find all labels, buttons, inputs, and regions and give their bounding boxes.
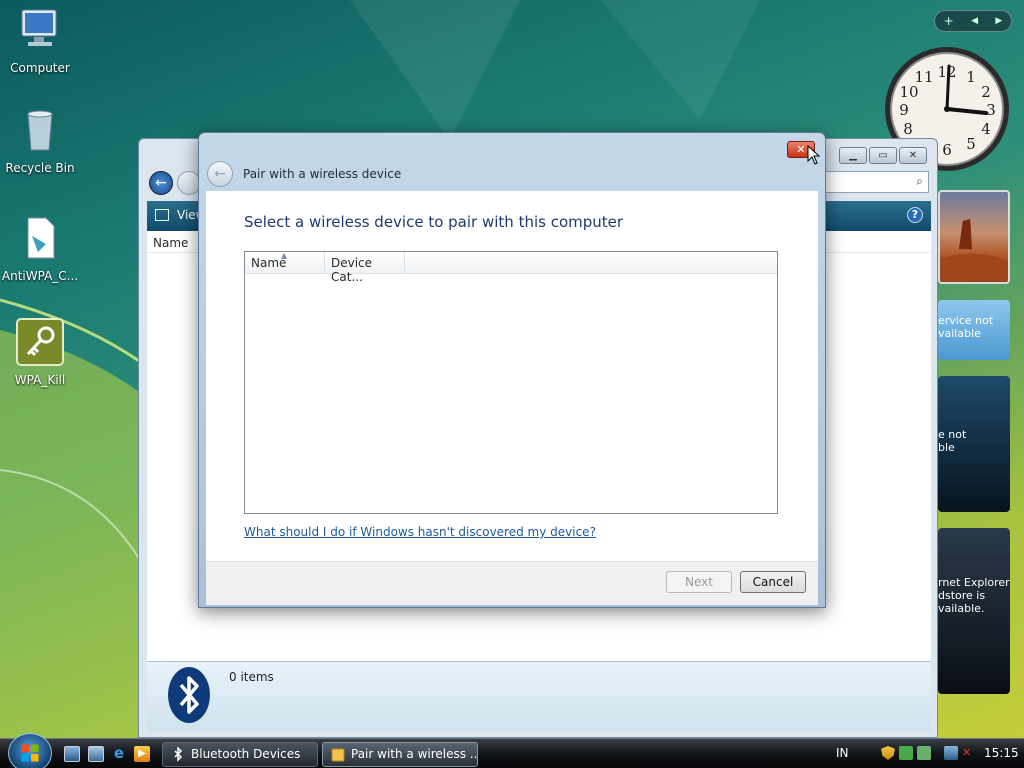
clock-numeral: 11 bbox=[914, 68, 933, 86]
clock-numeral: 9 bbox=[899, 101, 909, 119]
clock-time[interactable]: 15:15 bbox=[984, 746, 1019, 760]
back-arrow-icon: ← bbox=[155, 175, 167, 191]
network-icon[interactable] bbox=[944, 746, 958, 760]
feed-text: ble bbox=[938, 441, 955, 454]
maximize-button[interactable]: ▭ bbox=[869, 147, 897, 164]
feed-gadget-2[interactable]: e not ble bbox=[938, 376, 1010, 512]
nav-back-button[interactable]: ← bbox=[149, 171, 173, 195]
discovery-help-link[interactable]: What should I do if Windows hasn't disco… bbox=[244, 525, 596, 539]
taskbar-item-pair-wireless[interactable]: Pair with a wireless ... bbox=[322, 742, 478, 767]
clock-numeral: 6 bbox=[942, 141, 952, 159]
back-arrow-icon: ← bbox=[214, 166, 226, 182]
close-button[interactable]: ✕ bbox=[899, 147, 927, 164]
windows-logo-icon bbox=[21, 744, 39, 762]
wireless-status-icon[interactable] bbox=[917, 746, 931, 760]
taskbar-item-label: Pair with a wireless ... bbox=[351, 747, 478, 761]
key-icon bbox=[16, 318, 64, 366]
feed-text: vailable. bbox=[938, 602, 985, 615]
mouse-cursor-icon bbox=[807, 145, 821, 165]
clock-numeral: 5 bbox=[966, 135, 976, 153]
bluetooth-icon bbox=[174, 747, 183, 762]
column-header-name[interactable]: ▲ Name bbox=[245, 251, 325, 273]
start-button[interactable] bbox=[8, 733, 52, 768]
feed-gadget-3[interactable]: rnet Explorer dstore is vailable. bbox=[938, 528, 1010, 694]
desktop-icon-label: WPA_Kill bbox=[14, 373, 66, 387]
desktop-icon-label: Computer bbox=[10, 61, 70, 75]
media-player-icon[interactable]: ▶ bbox=[134, 746, 150, 762]
device-list[interactable]: ▲ Name Device Cat... bbox=[244, 251, 778, 514]
feed-gadget-1[interactable]: ervice not vailable bbox=[938, 300, 1010, 360]
clock-numeral: 3 bbox=[986, 101, 996, 119]
next-page-button[interactable]: ▶ bbox=[995, 16, 1002, 26]
clock-minute-hand bbox=[945, 64, 951, 111]
window-caption-buttons: ▁ ▭ ✕ bbox=[839, 147, 927, 164]
status-item-count: 0 items bbox=[229, 670, 274, 684]
windows-defender-icon[interactable] bbox=[899, 746, 913, 760]
taskbar-item-bluetooth-devices[interactable]: Bluetooth Devices bbox=[162, 742, 318, 767]
previous-page-button[interactable]: ◀ bbox=[971, 16, 978, 26]
taskbar-item-label: Bluetooth Devices bbox=[191, 747, 301, 761]
help-icon[interactable]: ? bbox=[907, 207, 923, 223]
bluetooth-icon bbox=[168, 667, 210, 723]
column-label: Name bbox=[153, 236, 189, 250]
show-desktop-icon[interactable] bbox=[64, 746, 80, 762]
sidebar-controls: + ◀ ▶ bbox=[934, 10, 1012, 32]
language-indicator[interactable]: IN bbox=[836, 746, 849, 760]
column-label: Device Cat... bbox=[331, 256, 373, 284]
view-icon bbox=[155, 209, 169, 221]
next-button[interactable]: Next bbox=[666, 571, 732, 593]
wizard-back-button[interactable]: ← bbox=[207, 161, 233, 187]
column-header-device-category[interactable]: Device Cat... bbox=[325, 252, 405, 284]
feed-text: dstore is bbox=[938, 589, 986, 602]
folder-icon bbox=[331, 748, 345, 762]
clock-numeral: 2 bbox=[981, 83, 991, 101]
recycle-bin-icon bbox=[27, 110, 53, 151]
feed-text: vailable bbox=[938, 327, 981, 340]
desktop-icon-label: AntiWPA_C... bbox=[1, 269, 79, 283]
feed-text: e not bbox=[938, 428, 967, 441]
dialog-title: Pair with a wireless device bbox=[243, 167, 402, 181]
desktop-icon-computer[interactable]: Computer bbox=[0, 6, 80, 75]
landscape-image bbox=[940, 219, 1008, 282]
desktop-icon-label: Recycle Bin bbox=[5, 161, 75, 175]
clock-numeral: 8 bbox=[903, 120, 913, 138]
add-gadget-button[interactable]: + bbox=[944, 14, 954, 28]
sort-ascending-icon: ▲ bbox=[281, 251, 288, 260]
page-heading: Select a wireless device to pair with th… bbox=[244, 213, 624, 231]
clock-numeral: 4 bbox=[981, 120, 991, 138]
computer-icon bbox=[21, 9, 57, 46]
desktop-icon-recycle-bin[interactable]: Recycle Bin bbox=[0, 106, 80, 175]
feed-text: ervice not bbox=[938, 314, 994, 327]
pair-device-dialog: ✕ ← Pair with a wireless device Select a… bbox=[198, 132, 826, 608]
slideshow-gadget[interactable] bbox=[938, 190, 1010, 284]
clock-numeral: 1 bbox=[966, 68, 976, 86]
volume-muted-icon[interactable]: ✕ bbox=[962, 746, 976, 760]
cancel-button[interactable]: Cancel bbox=[740, 571, 806, 593]
close-icon: ✕ bbox=[796, 143, 806, 156]
dialog-body: Select a wireless device to pair with th… bbox=[206, 191, 818, 561]
details-pane: 0 items bbox=[147, 661, 931, 731]
internet-explorer-icon[interactable]: e bbox=[111, 746, 127, 762]
search-icon: ⌕ bbox=[916, 174, 923, 188]
desktop-icon-wpa-kill[interactable]: WPA_Kill bbox=[0, 318, 80, 387]
search-box[interactable]: ⌕ bbox=[819, 171, 929, 193]
minimize-button[interactable]: ▁ bbox=[839, 147, 867, 164]
feed-text: rnet Explorer bbox=[938, 576, 1010, 589]
switch-windows-icon[interactable] bbox=[88, 746, 104, 762]
security-shield-icon[interactable] bbox=[881, 746, 895, 760]
device-list-header: ▲ Name Device Cat... bbox=[245, 251, 777, 284]
taskbar: e ▶ Bluetooth Devices Pair with a wirele… bbox=[0, 733, 1024, 768]
dialog-footer: Next Cancel bbox=[206, 561, 818, 605]
desktop-icon-antiwpa[interactable]: AntiWPA_C... bbox=[0, 214, 80, 283]
document-icon bbox=[27, 217, 55, 259]
